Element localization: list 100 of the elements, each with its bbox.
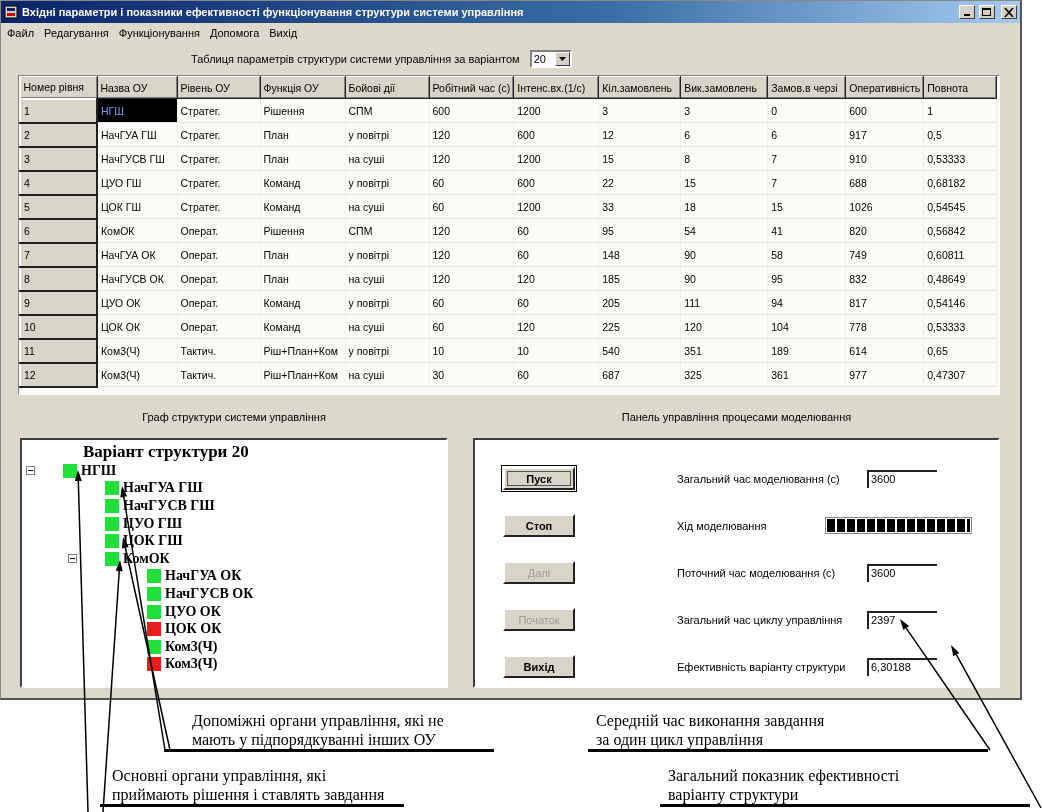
table-cell: Команд <box>260 194 345 219</box>
table-cell: Стратег. <box>177 170 260 195</box>
menu-item[interactable]: Функціонування <box>118 27 200 41</box>
minimize-icon <box>964 13 970 16</box>
table-cell: Операт. <box>177 290 260 315</box>
table-cell: 60 <box>429 290 514 315</box>
tree-node-label[interactable]: НачГУА ОК <box>165 568 242 585</box>
table-cell: Операт. <box>177 218 260 243</box>
table-cell: 60 <box>429 170 514 195</box>
table-cell: 120 <box>429 242 514 267</box>
column-header[interactable]: Номер рівня <box>20 76 97 99</box>
column-header[interactable]: Бойові дії <box>345 76 429 99</box>
table-cell: План <box>260 266 345 291</box>
table-cell: 120 <box>513 314 599 339</box>
field-label: Загальний час циклу управління <box>677 613 844 626</box>
tree-node-label[interactable]: ЦОК ОК <box>165 621 222 638</box>
table-cell: 95 <box>598 218 681 243</box>
table-cell: ЦУО ОК <box>97 290 177 315</box>
column-header[interactable]: Вик.замовлень <box>680 76 768 99</box>
table-cell: 10 <box>513 338 599 363</box>
table-cell: 6 <box>767 122 846 147</box>
table-cell: 185 <box>598 266 681 291</box>
table-cell: ЦУО ГШ <box>97 170 177 195</box>
field-label: Хід моделювання <box>677 519 768 532</box>
tree-node-label[interactable]: НГШ <box>81 462 117 479</box>
table-cell: 60 <box>429 314 514 339</box>
menu-item[interactable]: Допомога <box>209 27 260 41</box>
table-cell: 60 <box>513 290 599 315</box>
tree-node-label[interactable]: Ком3(Ч) <box>165 638 218 655</box>
table-cell: 540 <box>598 338 681 363</box>
menu-item[interactable]: Вихід <box>269 27 298 41</box>
table-cell: у повітрі <box>345 170 429 195</box>
value-field[interactable]: 2397 <box>867 610 937 629</box>
column-header[interactable]: Оперативність <box>845 76 924 99</box>
table-cell: 1200 <box>513 146 599 171</box>
table-cell: 0,56842 <box>923 218 997 243</box>
tree-node-label[interactable]: НачГУА ГШ <box>123 480 203 497</box>
table-cell: 0,53333 <box>923 314 997 339</box>
column-header[interactable]: Інтенс.вх.(1/с) <box>513 76 599 99</box>
table-cell: 1 <box>923 98 997 123</box>
close-button[interactable] <box>1001 5 1017 19</box>
column-header[interactable]: Рівень ОУ <box>177 76 260 99</box>
column-header[interactable]: Робітний час (с) <box>429 76 514 99</box>
table-cell: 614 <box>845 338 924 363</box>
tree-node-label[interactable]: Ком3(Ч) <box>165 656 218 673</box>
maximize-button[interactable] <box>979 5 995 19</box>
table-cell: на суші <box>345 314 429 339</box>
collapse-icon[interactable] <box>68 554 77 564</box>
action-button[interactable]: Стоп <box>503 514 575 537</box>
table-cell: 832 <box>845 266 924 291</box>
table-cell: НачГУСВ ГШ <box>97 146 177 171</box>
minimize-button[interactable] <box>959 5 975 19</box>
table-cell: 817 <box>845 290 924 315</box>
table-cell: Операт. <box>177 314 260 339</box>
annotation-text: Загальний показник ефективності варіанту структури <box>660 766 1030 807</box>
table-cell: 95 <box>767 266 846 291</box>
row-header: 4 <box>20 170 97 195</box>
table-cell: 0,65 <box>923 338 997 363</box>
value-field[interactable]: 3600 <box>867 469 937 488</box>
table-cell: 60 <box>513 218 599 243</box>
table-cell: 18 <box>680 194 768 219</box>
table-cell: Команд <box>260 314 345 339</box>
tree-node-label[interactable]: ЦУО ОК <box>165 603 221 620</box>
annotation-text: Середній час виконання завдання за один цикл управління <box>588 711 988 752</box>
table-cell: 15 <box>767 194 846 219</box>
table-cell: Операт. <box>177 266 260 291</box>
variant-dropdown[interactable]: 20 <box>529 50 572 68</box>
table-cell: 111 <box>680 290 768 315</box>
table-cell: 977 <box>845 362 924 387</box>
table-cell: у повітрі <box>345 122 429 147</box>
row-header: 2 <box>20 122 97 147</box>
table-cell: у повітрі <box>345 338 429 363</box>
table-cell: 120 <box>429 218 514 243</box>
table-cell: у повітрі <box>345 242 429 267</box>
menu-item[interactable]: Файл <box>7 27 35 41</box>
value-field[interactable]: 6,30188 <box>867 657 937 676</box>
value-field[interactable]: 3600 <box>867 563 937 582</box>
table-cell: 120 <box>429 266 514 291</box>
annotation-text: Допоміжні органи управління, які не мають у підпорядкуванні інших ОУ <box>164 711 494 752</box>
table-cell: Ріш+План+Ком <box>260 338 345 363</box>
table-cell: на суші <box>345 194 429 219</box>
table-cell: 6 <box>680 122 768 147</box>
action-button[interactable]: Вихід <box>503 655 575 678</box>
table-cell: 0,54146 <box>923 290 997 315</box>
column-header[interactable]: Повнота <box>923 76 997 99</box>
column-header[interactable]: Функція ОУ <box>260 76 345 99</box>
tree-node-label[interactable]: НачГУСВ ОК <box>165 585 254 602</box>
field-label: Загальний час моделювання (с) <box>677 472 841 485</box>
action-button[interactable]: Пуск <box>503 467 575 490</box>
collapse-icon[interactable] <box>26 466 35 476</box>
table-cell: 0,68182 <box>923 170 997 195</box>
column-header[interactable]: Назва ОУ <box>97 76 177 99</box>
table-cell: Рішення <box>260 218 345 243</box>
menu-item[interactable]: Редагування <box>44 27 109 41</box>
table-cell: 778 <box>845 314 924 339</box>
table-cell: Стратег. <box>177 146 260 171</box>
column-header[interactable]: Замов.в черзі <box>767 76 846 99</box>
table-cell: 0,54545 <box>923 194 997 219</box>
table-cell: 205 <box>598 290 681 315</box>
column-header[interactable]: Кіл.замовлень <box>598 76 681 99</box>
